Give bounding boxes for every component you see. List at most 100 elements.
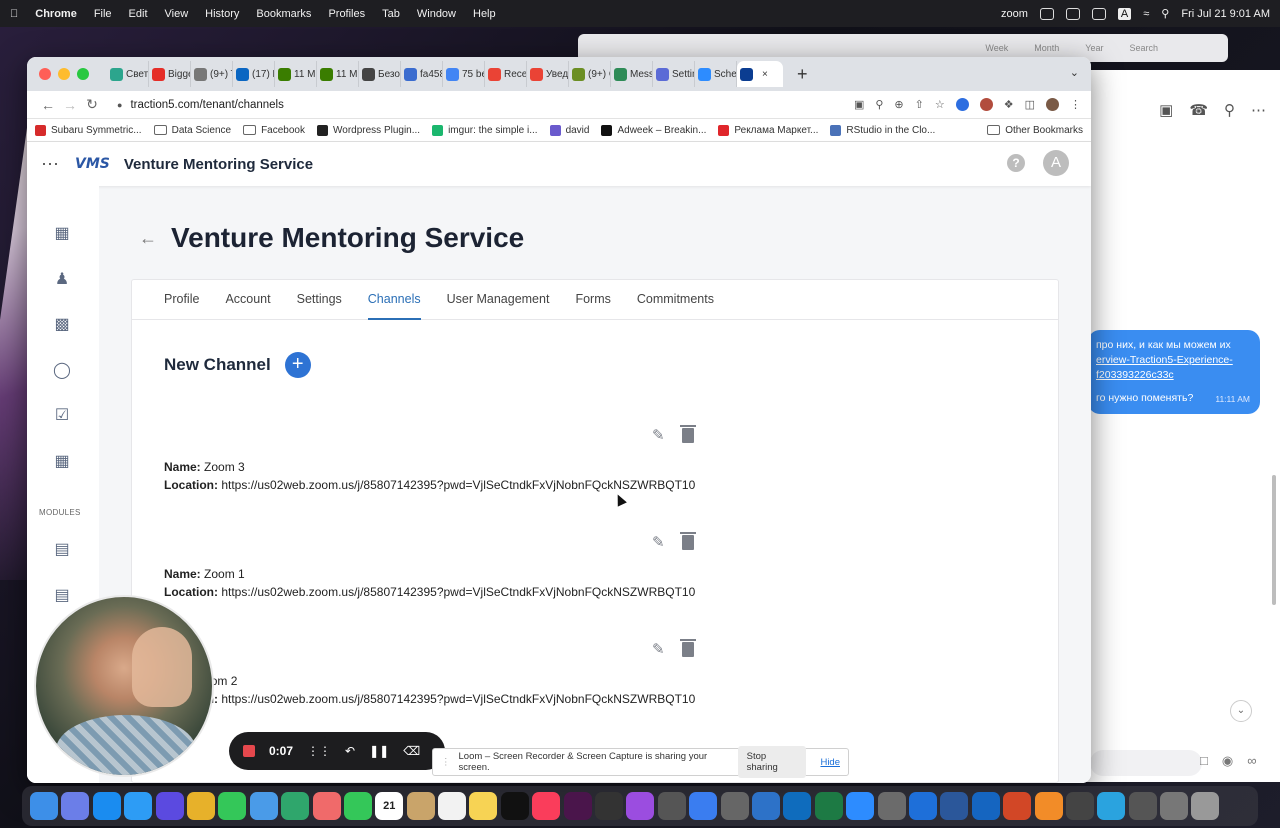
chat-icon[interactable]: ▤ bbox=[51, 539, 73, 561]
tab-settings[interactable]: Settings bbox=[297, 280, 342, 320]
stop-sharing-button[interactable]: Stop sharing bbox=[737, 746, 807, 778]
menu-tab[interactable]: Tab bbox=[382, 8, 400, 20]
bookmark-item[interactable]: david bbox=[549, 124, 589, 136]
tab-forms[interactable]: Forms bbox=[575, 280, 610, 320]
tab-channels[interactable]: Channels bbox=[367, 280, 421, 320]
people-icon[interactable]: ♟ bbox=[51, 269, 73, 291]
delete-icon[interactable] bbox=[679, 639, 696, 657]
close-tab-icon[interactable]: × bbox=[762, 69, 768, 80]
settings-icon[interactable] bbox=[657, 792, 686, 820]
tab-profile[interactable]: Profile bbox=[164, 280, 199, 320]
dashboard-icon[interactable]: ▦ bbox=[51, 223, 73, 245]
more-icon[interactable]: ⋯ bbox=[1251, 101, 1266, 119]
calendar-icon[interactable]: 21 bbox=[375, 792, 404, 820]
attach-icon[interactable]: ∞ bbox=[1247, 753, 1256, 769]
tasks-icon[interactable] bbox=[971, 792, 1000, 820]
edit-icon[interactable]: ✎ bbox=[652, 426, 665, 444]
app-icon[interactable] bbox=[689, 792, 718, 820]
safari-icon[interactable] bbox=[124, 792, 153, 820]
vpn-icon[interactable] bbox=[1065, 7, 1080, 20]
screen-share-icon[interactable] bbox=[1039, 7, 1054, 20]
folder-icon[interactable] bbox=[751, 792, 780, 820]
browser-tab[interactable]: Безо bbox=[359, 61, 401, 87]
final-cut-icon[interactable] bbox=[595, 792, 624, 820]
menu-bookmarks[interactable]: Bookmarks bbox=[256, 8, 311, 20]
scrollbar[interactable] bbox=[1272, 475, 1276, 605]
zoom-magnifier-icon[interactable]: ⊕ bbox=[894, 98, 903, 111]
tab-account[interactable]: Account bbox=[225, 280, 270, 320]
contacts-icon[interactable] bbox=[406, 792, 435, 820]
drag-handle-icon[interactable]: ⋮⋮ bbox=[307, 744, 331, 758]
tab-search-icon[interactable]: ⌄ bbox=[1070, 66, 1079, 79]
bookmark-item[interactable]: Facebook bbox=[243, 125, 305, 136]
kebab-menu-icon[interactable]: ⋮ bbox=[1070, 98, 1081, 111]
browser-tab[interactable]: Recei bbox=[485, 61, 527, 87]
apps-grid-icon[interactable]: ⋯ bbox=[41, 154, 63, 175]
app-icon[interactable] bbox=[1065, 792, 1094, 820]
calendar-icon[interactable]: ▦ bbox=[51, 451, 73, 473]
back-icon[interactable]: ← bbox=[37, 97, 59, 113]
minimize-window-button[interactable] bbox=[58, 68, 70, 80]
zoom-window-button[interactable] bbox=[77, 68, 89, 80]
apple-icon[interactable]:  bbox=[10, 8, 18, 20]
delete-icon[interactable] bbox=[679, 532, 696, 550]
bookmark-item[interactable]: imgur: the simple i... bbox=[432, 124, 538, 136]
share-icon[interactable]: ⇧ bbox=[915, 98, 924, 111]
browser-tab[interactable]: Sche bbox=[695, 61, 737, 87]
close-window-button[interactable] bbox=[39, 68, 51, 80]
browser-tab[interactable]: 11 M bbox=[317, 61, 359, 87]
address-bar[interactable]: ● traction5.com/tenant/channels bbox=[109, 94, 839, 116]
finder-icon[interactable] bbox=[30, 792, 58, 820]
documents-icon[interactable] bbox=[1160, 792, 1189, 820]
scroll-down-icon[interactable]: ⌄ bbox=[1230, 700, 1252, 722]
input-source-icon[interactable]: A bbox=[1117, 7, 1132, 20]
new-tab-button[interactable]: + bbox=[797, 64, 808, 85]
restart-icon[interactable]: ↶ bbox=[345, 744, 355, 758]
browser-tab[interactable]: Mess bbox=[611, 61, 653, 87]
telegram-icon[interactable] bbox=[1097, 792, 1126, 820]
menu-window[interactable]: Window bbox=[417, 8, 456, 20]
siri-icon[interactable] bbox=[155, 792, 184, 820]
delete-icon[interactable] bbox=[679, 425, 696, 443]
tab-commitments[interactable]: Commitments bbox=[637, 280, 714, 320]
photos-icon[interactable] bbox=[312, 792, 341, 820]
browser-tab[interactable]: Settin bbox=[653, 61, 695, 87]
extension-icon[interactable] bbox=[979, 98, 993, 111]
delete-recording-icon[interactable]: ⌫ bbox=[403, 744, 420, 758]
menu-history[interactable]: History bbox=[205, 8, 239, 20]
message-link[interactable]: erview-Traction5-Experience- bbox=[1096, 353, 1252, 368]
mail-icon[interactable] bbox=[249, 792, 278, 820]
word-icon[interactable] bbox=[940, 792, 969, 820]
notes-icon[interactable] bbox=[469, 792, 498, 820]
extension-icon[interactable] bbox=[955, 98, 969, 111]
other-bookmarks[interactable]: Other Bookmarks bbox=[987, 125, 1083, 136]
search-icon[interactable]: ⚲ bbox=[1161, 7, 1169, 20]
browser-tab[interactable]: × bbox=[737, 61, 783, 87]
apple-tv-icon[interactable] bbox=[500, 792, 529, 820]
app-store-icon[interactable] bbox=[92, 792, 121, 820]
battery-icon[interactable] bbox=[1091, 7, 1106, 20]
search-icon[interactable]: ⚲ bbox=[1224, 101, 1235, 119]
clock[interactable]: Fri Jul 21 9:01 AM bbox=[1181, 8, 1270, 20]
utility-icon[interactable] bbox=[720, 792, 749, 820]
bookmark-item[interactable]: Реклама Маркет... bbox=[718, 124, 818, 136]
browser-tab[interactable]: Bigge bbox=[149, 61, 191, 87]
messages-icon[interactable] bbox=[218, 792, 247, 820]
browser-tab[interactable]: Уведо bbox=[527, 61, 569, 87]
vms-logo[interactable]: VMS bbox=[75, 156, 110, 172]
menu-file[interactable]: File bbox=[94, 8, 112, 20]
bookmark-item[interactable]: RStudio in the Clo... bbox=[830, 124, 935, 136]
zoom-status[interactable]: zoom bbox=[1001, 8, 1028, 20]
bookmark-item[interactable]: Subaru Symmetric... bbox=[35, 124, 142, 136]
slack-icon[interactable] bbox=[563, 792, 592, 820]
back-arrow-icon[interactable]: ← bbox=[139, 228, 157, 249]
sticker-icon[interactable]: □ bbox=[1200, 753, 1208, 769]
hide-banner-link[interactable]: Hide bbox=[820, 757, 840, 768]
browser-tab[interactable]: fa458 bbox=[401, 61, 443, 87]
browser-tab[interactable]: (17) F bbox=[233, 61, 275, 87]
lock-icon[interactable]: ● bbox=[117, 100, 122, 110]
forward-icon[interactable]: → bbox=[59, 97, 81, 113]
pause-icon[interactable]: ❚❚ bbox=[369, 744, 389, 758]
phone-icon[interactable]: ☎ bbox=[1189, 101, 1208, 119]
bookmark-item[interactable]: Wordpress Plugin... bbox=[317, 124, 420, 136]
